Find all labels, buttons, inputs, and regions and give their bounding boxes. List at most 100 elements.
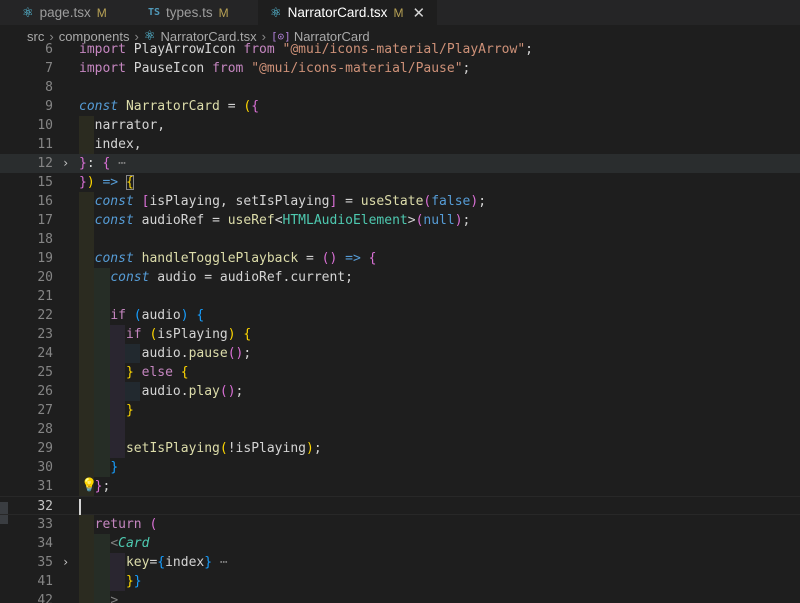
tab-bar: ⚛ page.tsx M TS types.ts M ⚛ NarratorCar…: [0, 0, 800, 25]
code-text: }: [125, 403, 134, 418]
code-line: 16 const [isPlaying, setIsPlaying] = use…: [0, 192, 800, 211]
tab-narratorcard-tsx[interactable]: ⚛ NarratorCard.tsx M ✕: [258, 0, 438, 25]
line-number: 20: [37, 270, 53, 285]
line-number: 42: [37, 593, 53, 603]
line-number: 8: [45, 80, 53, 95]
chevron-right-icon[interactable]: ›: [62, 553, 69, 572]
line-number: 21: [37, 289, 53, 304]
code-line: 8: [0, 78, 800, 97]
code-text: audio.play();: [79, 384, 244, 399]
line-number: 23: [37, 327, 53, 342]
line-number: 6: [45, 42, 53, 57]
code-text: }}: [125, 574, 142, 589]
code-text: setIsPlaying(!isPlaying);: [125, 441, 322, 456]
code-line: 19 const handleTogglePlayback = () => {: [0, 249, 800, 268]
code-text: import PlayArrowIcon from "@mui/icons-ma…: [79, 42, 533, 57]
code-line: 11 index,: [0, 135, 800, 154]
line-number: 10: [37, 118, 53, 133]
code-text: } else {: [125, 365, 189, 380]
tab-types-ts[interactable]: TS types.ts M: [148, 0, 229, 25]
line-number: 30: [37, 460, 53, 475]
tab-label: NarratorCard.tsx: [287, 5, 388, 20]
code-line: 24 audio.pause();: [0, 344, 800, 363]
code-line: 41 }}: [0, 572, 800, 591]
code-line: 17 const audioRef = useRef<HTMLAudioElem…: [0, 211, 800, 230]
chevron-right-icon[interactable]: ›: [62, 154, 69, 173]
code-text: key={index} ⋯: [125, 555, 228, 570]
code-text: const NarratorCard = ({: [79, 99, 260, 114]
line-number: 12: [37, 156, 53, 171]
modified-badge: M: [96, 5, 107, 20]
code-line: 21: [0, 287, 800, 306]
line-number: 27: [37, 403, 53, 418]
code-text: index,: [79, 137, 142, 152]
code-editor[interactable]: 6 import PlayArrowIcon from "@mui/icons-…: [0, 40, 800, 603]
line-number: 18: [37, 232, 53, 247]
text-cursor: [79, 499, 81, 515]
line-number: 28: [37, 422, 53, 437]
code-line: 26 audio.play();: [0, 382, 800, 401]
react-icon: ⚛: [22, 4, 34, 20]
code-line: 23 if (isPlaying) {: [0, 325, 800, 344]
line-number: 24: [37, 346, 53, 361]
code-text: if (isPlaying) {: [125, 327, 252, 342]
line-number: 15: [37, 175, 53, 190]
code-text: return (: [94, 517, 158, 532]
line-number: 11: [37, 137, 53, 152]
tab-label: types.ts: [166, 5, 213, 20]
code-line: 35 › key={index} ⋯: [0, 553, 800, 572]
code-line: 30 }: [0, 458, 800, 477]
line-number: 16: [37, 194, 53, 209]
line-number: 19: [37, 251, 53, 266]
code-line: 12 › }: { ⋯: [0, 154, 800, 173]
line-number: 26: [37, 384, 53, 399]
code-line: 18: [0, 230, 800, 249]
tab-page-tsx[interactable]: ⚛ page.tsx M: [22, 0, 107, 25]
code-text: }) => {: [79, 175, 134, 190]
line-number: 35: [37, 555, 53, 570]
line-number: 31: [37, 479, 53, 494]
lightbulb-icon[interactable]: 💡: [81, 476, 97, 495]
code-text: >: [110, 593, 119, 603]
code-text: <Card: [110, 536, 150, 551]
code-text: import PauseIcon from "@mui/icons-materi…: [79, 61, 471, 76]
line-number: 34: [37, 536, 53, 551]
modified-badge: M: [218, 5, 229, 20]
react-icon: ⚛: [270, 4, 282, 20]
code-text: }: { ⋯: [79, 156, 126, 171]
code-line: 7 import PauseIcon from "@mui/icons-mate…: [0, 59, 800, 78]
code-line: 25 } else {: [0, 363, 800, 382]
code-line: 33 return (: [0, 515, 800, 534]
code-line: 6 import PlayArrowIcon from "@mui/icons-…: [0, 40, 800, 59]
code-text: const [isPlaying, setIsPlaying] = useSta…: [94, 194, 487, 209]
line-number: 25: [37, 365, 53, 380]
line-number: 33: [37, 517, 53, 532]
line-number: 9: [45, 99, 53, 114]
code-line: 28: [0, 420, 800, 439]
code-text: narrator,: [79, 118, 166, 133]
code-line: 9 const NarratorCard = ({: [0, 97, 800, 116]
code-text: audio.pause();: [79, 346, 252, 361]
close-icon[interactable]: ✕: [412, 4, 425, 22]
tab-label: page.tsx: [39, 5, 91, 20]
code-text: if (audio) {: [110, 308, 205, 323]
code-text: const audio = audioRef.current;: [110, 270, 353, 285]
line-number: 17: [37, 213, 53, 228]
code-line: 22 if (audio) {: [0, 306, 800, 325]
code-line: 20 const audio = audioRef.current;: [0, 268, 800, 287]
code-line: 42 >: [0, 591, 800, 603]
code-line-current: 32: [0, 496, 800, 515]
code-text: const handleTogglePlayback = () => {: [94, 251, 377, 266]
modified-badge: M: [393, 5, 404, 20]
code-text: }: [110, 460, 119, 475]
code-line: 10 narrator,: [0, 116, 800, 135]
code-line: 27 }: [0, 401, 800, 420]
line-number: 32: [37, 499, 53, 514]
line-number: 7: [45, 61, 53, 76]
code-line: 34 <Card: [0, 534, 800, 553]
ts-icon: TS: [148, 7, 161, 18]
line-number: 22: [37, 308, 53, 323]
code-line: 31 }; 💡: [0, 477, 800, 496]
code-line: 29 setIsPlaying(!isPlaying);: [0, 439, 800, 458]
code-text: const audioRef = useRef<HTMLAudioElement…: [94, 213, 471, 228]
